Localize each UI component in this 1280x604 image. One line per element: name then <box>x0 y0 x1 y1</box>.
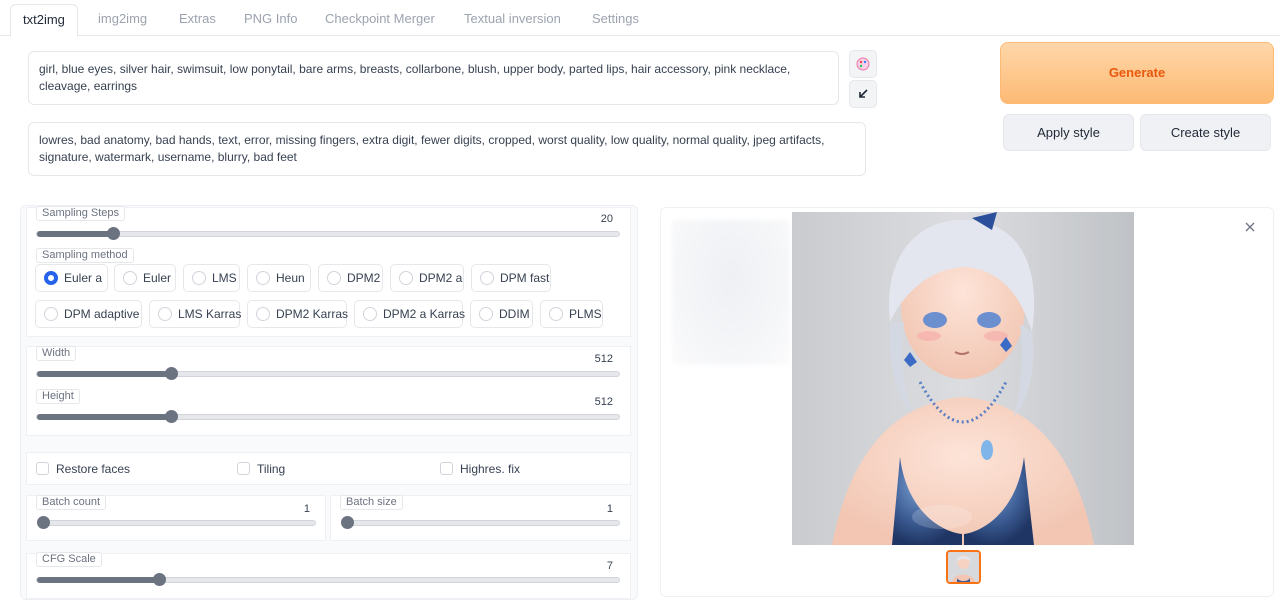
output-thumbnail-selected[interactable] <box>946 550 981 584</box>
tab-img2img[interactable]: img2img <box>86 4 159 36</box>
batch-size-label: Batch size <box>340 495 403 510</box>
arrow-down-left-icon <box>859 89 868 98</box>
restore-faces-checkbox[interactable]: Restore faces <box>36 462 130 476</box>
generate-button[interactable]: Generate <box>1000 42 1274 104</box>
swap-button[interactable] <box>849 80 877 108</box>
paste-button[interactable] <box>849 50 877 78</box>
batch-size-slider[interactable] <box>341 516 620 529</box>
highres-fix-checkbox[interactable]: Highres. fix <box>440 462 520 476</box>
cfg-block <box>26 553 631 599</box>
cfg-scale-slider[interactable] <box>36 573 620 586</box>
tab-bar: txt2img img2img Extras PNG Info Checkpoi… <box>0 0 1280 37</box>
palette-icon <box>856 57 870 71</box>
slider-thumb[interactable] <box>164 410 178 423</box>
batch-count-slider[interactable] <box>37 516 316 529</box>
width-value[interactable]: 512 <box>560 353 613 365</box>
sampler-plms[interactable]: PLMS <box>540 300 603 328</box>
apply-style-button[interactable]: Apply style <box>1003 114 1134 151</box>
tab-extras[interactable]: Extras <box>167 4 228 36</box>
sampling-method-label: Sampling method <box>36 248 134 263</box>
tab-settings[interactable]: Settings <box>580 4 651 36</box>
close-icon <box>1245 222 1255 232</box>
generated-image[interactable] <box>792 212 1134 545</box>
tab-txt2img[interactable]: txt2img <box>10 4 78 37</box>
sampler-dpm-fast[interactable]: DPM fast <box>471 264 551 292</box>
close-button[interactable] <box>1243 220 1257 234</box>
height-slider[interactable] <box>36 410 620 423</box>
batch-count-label: Batch count <box>36 495 107 510</box>
negative-prompt-input[interactable]: lowres, bad anatomy, bad hands, text, er… <box>28 122 866 176</box>
thumbnail-image <box>948 552 979 582</box>
height-label: Height <box>36 389 80 404</box>
slider-thumb[interactable] <box>106 227 120 240</box>
sampler-heun[interactable]: Heun <box>247 264 311 292</box>
create-style-button[interactable]: Create style <box>1140 114 1271 151</box>
sampler-euler-a[interactable]: Euler a <box>35 264 108 292</box>
sampler-dpm-adaptive[interactable]: DPM adaptive <box>35 300 142 328</box>
tab-checkpoint-merger[interactable]: Checkpoint Merger <box>313 4 447 36</box>
sampler-euler[interactable]: Euler <box>114 264 176 292</box>
slider-thumb[interactable] <box>341 516 354 529</box>
sampler-ddim[interactable]: DDIM <box>470 300 533 328</box>
size-block <box>26 346 631 436</box>
sampler-dpm2-a[interactable]: DPM2 a <box>390 264 464 292</box>
batch-size-value[interactable]: 1 <box>573 503 613 515</box>
sampling-steps-value[interactable]: 20 <box>560 213 613 225</box>
sampler-dpm2-karras[interactable]: DPM2 Karras <box>247 300 348 328</box>
width-slider[interactable] <box>36 367 620 380</box>
cfg-scale-label: CFG Scale <box>36 552 102 567</box>
sampler-lms[interactable]: LMS <box>183 264 240 292</box>
slider-thumb[interactable] <box>164 367 178 380</box>
prompt-input[interactable]: girl, blue eyes, silver hair, swimsuit, … <box>28 51 839 105</box>
tab-textual-inversion[interactable]: Textual inversion <box>452 4 573 36</box>
slider-thumb[interactable] <box>37 516 50 529</box>
width-label: Width <box>36 346 77 361</box>
tab-png-info[interactable]: PNG Info <box>232 4 309 36</box>
sampler-lms-karras[interactable]: LMS Karras <box>149 300 241 328</box>
sampling-steps-slider[interactable] <box>36 227 620 240</box>
cfg-scale-value[interactable]: 7 <box>560 560 613 572</box>
tiling-checkbox[interactable]: Tiling <box>237 462 285 476</box>
previous-output-thumbnail <box>672 220 790 365</box>
height-value[interactable]: 512 <box>560 396 613 408</box>
sampler-dpm2[interactable]: DPM2 <box>318 264 383 292</box>
sampling-steps-label: Sampling Steps <box>36 206 126 221</box>
sampler-dpm2-a-karras[interactable]: DPM2 a Karras <box>354 300 465 328</box>
batch-count-value[interactable]: 1 <box>270 503 310 515</box>
